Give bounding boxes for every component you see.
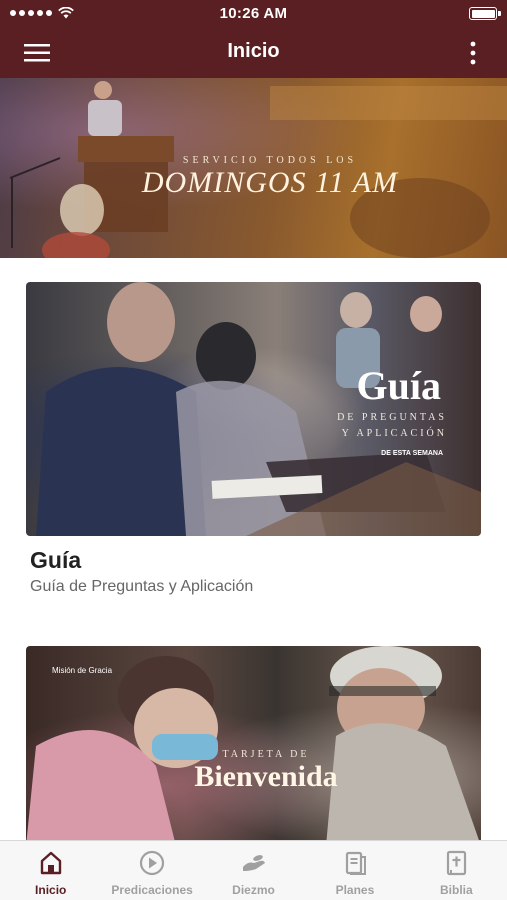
guia-card-description: Guía de Preguntas y Aplicación: [30, 578, 254, 595]
tab-planes-label: Planes: [335, 883, 375, 897]
guia-image-title: Guía: [356, 363, 441, 408]
more-vertical-icon: [470, 41, 476, 65]
tab-inicio-label: Inicio: [35, 883, 67, 897]
bienvenida-image-subtitle: TARJETA DE: [222, 749, 310, 760]
tab-bar: Inicio Predicaciones Diezmo Planes Bibli…: [0, 840, 507, 900]
status-bar: 10:26 AM: [0, 0, 507, 28]
tab-planes[interactable]: Planes: [304, 841, 405, 900]
guia-card-title[interactable]: Guía: [30, 547, 81, 574]
nav-bar: Inicio: [0, 28, 507, 78]
guia-image-subtitle-2: Y APLICACIÓN: [341, 428, 447, 439]
tab-biblia-label: Biblia: [439, 883, 473, 897]
guia-image-subtitle-1: DE PREGUNTAS: [337, 412, 447, 423]
giving-hand-icon: [242, 855, 265, 871]
bienvenida-photo: [26, 646, 481, 846]
tab-biblia[interactable]: Biblia: [406, 841, 507, 900]
guia-card-image[interactable]: Guía DE PREGUNTAS Y APLICACIÓN DE ESTA S…: [26, 282, 481, 536]
reading-plan-icon: [345, 851, 366, 875]
more-options-button[interactable]: [463, 38, 483, 68]
tab-diezmo-label: Diezmo: [232, 883, 275, 897]
guia-photo: [36, 282, 481, 536]
bible-icon: [447, 850, 467, 876]
bienvenida-image-title: Bienvenida: [194, 760, 338, 793]
hero-title: DOMINGOS 11 AM: [141, 166, 399, 199]
tab-predicaciones-label: Predicaciones: [111, 883, 193, 897]
bienvenida-card-image[interactable]: Misión de Gracia TARJETA DE Bienvenida: [26, 646, 481, 846]
tab-predicaciones[interactable]: Predicaciones: [101, 841, 202, 900]
hero-subtitle: SERVICIO TODOS LOS: [182, 155, 358, 166]
home-icon: [40, 851, 61, 875]
guia-image-badge: DE ESTA SEMANA: [381, 450, 443, 457]
status-time: 10:26 AM: [219, 5, 288, 22]
battery-icon: [469, 7, 501, 20]
tab-inicio[interactable]: Inicio: [0, 841, 101, 900]
tab-diezmo[interactable]: Diezmo: [203, 841, 304, 900]
page-title: Inicio: [227, 40, 280, 62]
hero-banner[interactable]: SERVICIO TODOS LOS DOMINGOS 11 AM: [0, 78, 507, 258]
bienvenida-brand: Misión de Gracia: [52, 666, 113, 675]
play-circle-icon: [140, 850, 165, 876]
